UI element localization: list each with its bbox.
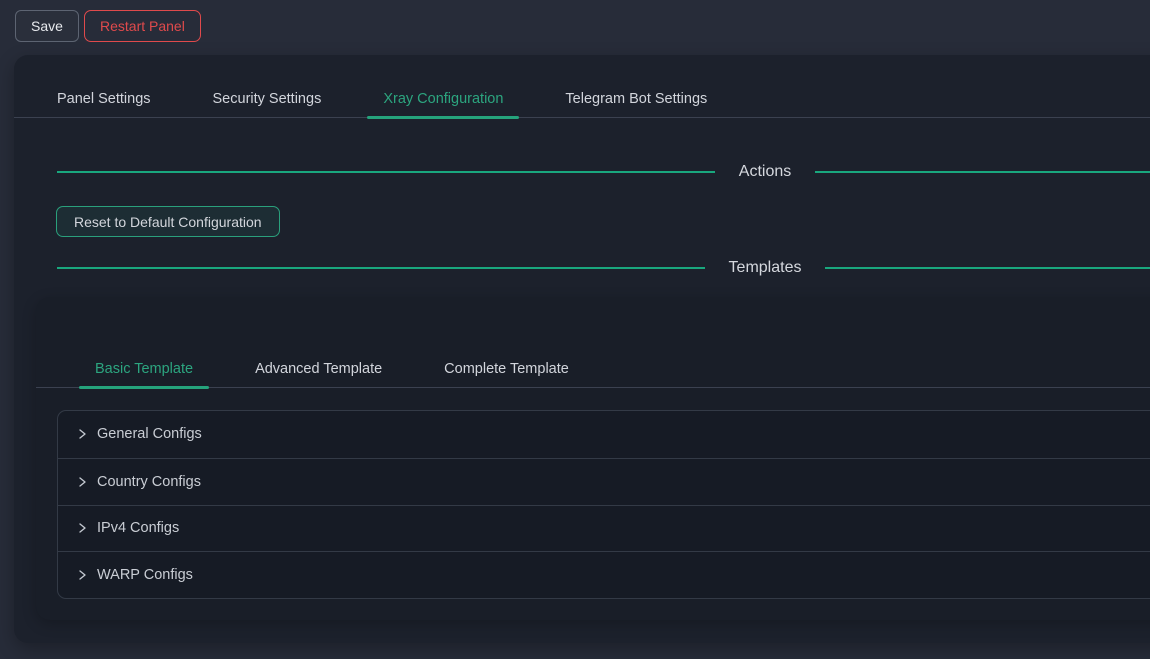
tab-label: Advanced Template [255, 361, 382, 377]
reset-default-configuration-button[interactable]: Reset to Default Configuration [56, 206, 280, 237]
tab-label: Security Settings [213, 91, 322, 107]
chevron-right-icon [76, 569, 88, 581]
template-config-collapse-list: General Configs Country Configs IPv4 Con… [57, 410, 1150, 599]
collapse-header-country-configs[interactable]: Country Configs [58, 458, 1150, 505]
save-button[interactable]: Save [15, 10, 79, 42]
templates-section-title: Templates [705, 259, 826, 277]
tab-label: Complete Template [444, 361, 569, 377]
tab-panel-settings[interactable]: Panel Settings [41, 80, 167, 117]
chevron-right-icon [76, 522, 88, 534]
tab-complete-template[interactable]: Complete Template [428, 350, 585, 387]
collapse-label: WARP Configs [97, 567, 193, 583]
tab-label: Basic Template [95, 361, 193, 377]
collapse-label: Country Configs [97, 474, 201, 490]
tab-advanced-template[interactable]: Advanced Template [239, 350, 398, 387]
tab-label: Xray Configuration [383, 91, 503, 107]
tab-basic-template[interactable]: Basic Template [79, 350, 209, 387]
tab-label: Panel Settings [57, 91, 151, 107]
templates-section-divider: Templates [57, 254, 1150, 282]
tab-label: Telegram Bot Settings [565, 91, 707, 107]
templates-card: Basic Template Advanced Template Complet… [36, 297, 1150, 620]
top-toolbar: Save Restart Panel [0, 0, 1150, 55]
chevron-right-icon [76, 428, 88, 440]
collapse-label: General Configs [97, 426, 202, 442]
settings-tab-bar: Panel Settings Security Settings Xray Co… [14, 80, 1150, 118]
tab-telegram-bot-settings[interactable]: Telegram Bot Settings [549, 80, 723, 117]
restart-panel-button[interactable]: Restart Panel [84, 10, 201, 42]
collapse-header-ipv4-configs[interactable]: IPv4 Configs [58, 505, 1150, 552]
collapse-header-warp-configs[interactable]: WARP Configs [58, 551, 1150, 598]
tab-security-settings[interactable]: Security Settings [197, 80, 338, 117]
actions-section-divider: Actions [57, 158, 1150, 186]
tab-xray-configuration[interactable]: Xray Configuration [367, 80, 519, 117]
collapse-label: IPv4 Configs [97, 520, 179, 536]
collapse-header-general-configs[interactable]: General Configs [58, 411, 1150, 458]
template-tab-bar: Basic Template Advanced Template Complet… [36, 350, 1150, 388]
chevron-right-icon [76, 476, 88, 488]
settings-card: Panel Settings Security Settings Xray Co… [14, 55, 1150, 643]
actions-section-title: Actions [715, 163, 815, 181]
